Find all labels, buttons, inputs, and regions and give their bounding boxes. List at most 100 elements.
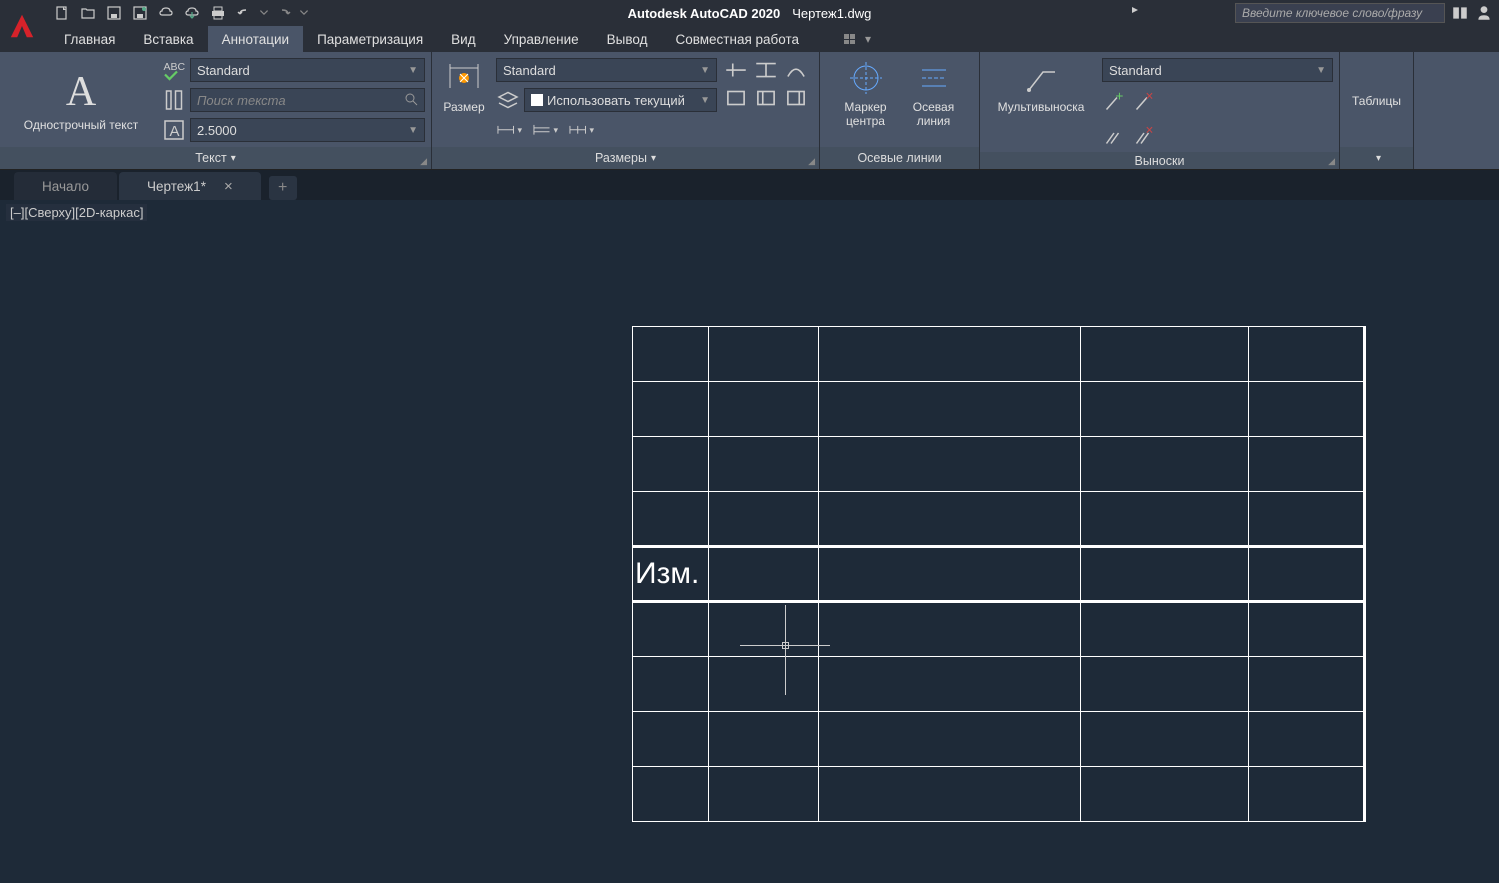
panel-tables: Таблицы ▾ [1340,52,1414,169]
menu-annotate[interactable]: Аннотации [208,26,303,52]
multileader-icon [1023,60,1059,96]
new-icon[interactable] [50,2,74,24]
dim-style-dropdown[interactable]: Standard▼ [496,58,717,82]
saveas-icon[interactable] [128,2,152,24]
dimension-big-label: Размер [443,100,484,114]
centerline-icon [916,60,952,96]
dim-style-value: Standard [503,63,556,78]
magnify-icon [404,92,418,109]
dim-tool1-icon[interactable] [723,58,749,82]
panel-leader-title: Выноски◢ [980,152,1339,169]
leader-style-dropdown[interactable]: Standard▼ [1102,58,1333,82]
open-icon[interactable] [76,2,100,24]
center-mark-button[interactable]: Маркер центра [836,56,896,133]
cloud-open-icon[interactable] [154,2,178,24]
exchange-icon[interactable] [1451,4,1469,22]
cell-izm: Изм. [633,557,708,591]
menu-output[interactable]: Вывод [593,26,662,52]
center-mark-label: Маркер центра [844,100,888,129]
find-text-icon[interactable] [162,88,186,112]
panel-text: A Однострочный текст ABC Standard▼ Поиск… [0,52,432,169]
panel-dim-title[interactable]: Размеры▾◢ [432,147,819,169]
close-tab-icon[interactable]: × [224,178,233,195]
app-name: Autodesk AutoCAD 2020 [628,6,781,21]
undo-dropdown-icon[interactable] [258,2,270,24]
dim-quick-icon[interactable]: ▾ [532,118,558,142]
quick-access-toolbar [50,2,310,24]
centerline-label: Осевая линия [912,100,956,129]
filetab-start[interactable]: Начало [14,172,117,200]
file-tabs: Начало Чертеж1* × + [0,170,1499,200]
menu-collaborate[interactable]: Совместная работа [661,26,813,52]
svg-text:×: × [1146,90,1154,104]
redo-dropdown-icon[interactable] [298,2,310,24]
text-style-value: Standard [197,63,250,78]
panel-tables-title[interactable]: ▾ [1340,147,1413,169]
search-placeholder: Поиск текста [197,93,286,108]
dim-linear-icon[interactable]: ▾ [496,118,522,142]
text-big-button[interactable]: A Однострочный текст [6,56,156,147]
leader-add-icon[interactable]: + [1102,90,1126,114]
panel-centerlines: Маркер центра Осевая линия Осевые линии [820,52,980,169]
add-tab-button[interactable]: + [269,176,297,200]
signin-icon[interactable] [1475,4,1493,22]
dim-tool4-icon[interactable] [723,86,749,110]
keyword-search-input[interactable]: Введите ключевое слово/фразу [1235,3,1445,23]
svg-text:+: + [1116,90,1124,104]
dim-tool5-icon[interactable] [753,86,779,110]
svg-text:×: × [1146,124,1154,138]
panel-dimensions: Размер Standard▼ Использовать текущий▼ ▾… [432,52,820,169]
menu-parametric[interactable]: Параметризация [303,26,437,52]
text-a-icon: A [63,70,99,114]
dimension-icon [446,60,482,96]
leader-style-value: Standard [1109,63,1162,78]
leader-align-icon[interactable] [1102,124,1126,148]
menu-featured-apps[interactable]: ▾ [843,32,871,46]
menu-insert[interactable]: Вставка [129,26,207,52]
file-name: Чертеж1.dwg [792,6,871,21]
print-icon[interactable] [206,2,230,24]
panel-center-title: Осевые линии [820,147,979,169]
save-icon[interactable] [102,2,126,24]
leader-remove-icon[interactable]: × [1132,90,1156,114]
center-mark-icon [848,60,884,96]
marker-icon [1130,2,1140,20]
multileader-button[interactable]: Мультивыноска [986,56,1096,118]
filetab-active[interactable]: Чертеж1* × [119,172,261,200]
dim-tool3-icon[interactable] [783,58,809,82]
title-center: Autodesk AutoCAD 2020 Чертеж1.dwg [628,6,872,21]
dim-continue-icon[interactable]: ▾ [568,118,594,142]
svg-text:ABC: ABC [164,61,186,73]
leader-collect-icon[interactable]: × [1132,124,1156,148]
title-right: Введите ключевое слово/фразу [1235,3,1493,23]
drawing-canvas[interactable]: [–][Сверху][2D-каркас] Изм. [0,200,1499,883]
ribbon: A Однострочный текст ABC Standard▼ Поиск… [0,52,1499,170]
text-height-value: 2.5000 [197,123,237,138]
text-style-dropdown[interactable]: Standard▼ [190,58,425,82]
text-height-dropdown[interactable]: 2.5000▼ [190,118,425,142]
dim-layer-dropdown[interactable]: Использовать текущий▼ [524,88,717,112]
text-big-label: Однострочный текст [24,118,138,132]
dimension-big-button[interactable]: Размер [438,56,490,118]
text-search-input[interactable]: Поиск текста [190,88,425,112]
app-logo[interactable] [0,0,44,52]
cloud-save-icon[interactable] [180,2,204,24]
menu-view[interactable]: Вид [437,26,489,52]
undo-icon[interactable] [232,2,256,24]
title-bar: Autodesk AutoCAD 2020 Чертеж1.dwg Введит… [0,0,1499,26]
panel-text-title[interactable]: Текст▾◢ [0,147,431,169]
redo-icon[interactable] [272,2,296,24]
multileader-label: Мультивыноска [998,100,1085,114]
text-style-check-icon[interactable]: ABC [162,58,186,82]
panel-leaders: Мультивыноска Standard▼ + × × Выноски◢ [980,52,1340,169]
tables-label[interactable]: Таблицы [1352,94,1401,108]
viewport-label[interactable]: [–][Сверху][2D-каркас] [6,204,147,221]
text-height-a-icon[interactable]: A [162,118,186,142]
centerline-button[interactable]: Осевая линия [904,56,964,133]
dim-tool6-icon[interactable] [783,86,809,110]
menu-bar: Главная Вставка Аннотации Параметризация… [0,26,1499,52]
dim-tool2-icon[interactable] [753,58,779,82]
menu-home[interactable]: Главная [50,26,129,52]
menu-manage[interactable]: Управление [490,26,593,52]
dim-layer-icon[interactable] [496,88,520,112]
